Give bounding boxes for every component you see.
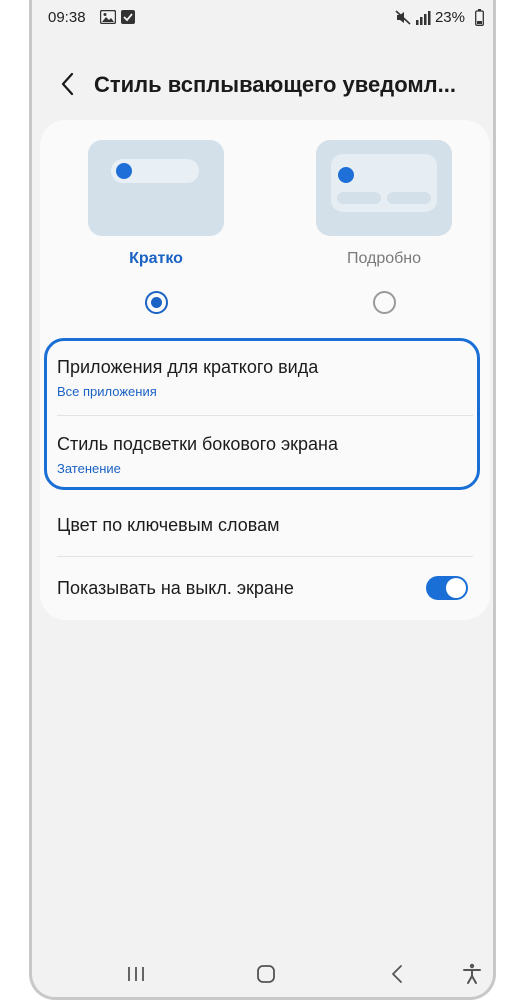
signal-icon (416, 11, 431, 25)
settings-card: Кратко Подробно Приложения для краткого … (40, 120, 490, 620)
home-icon (257, 965, 275, 983)
home-button[interactable] (254, 962, 278, 986)
brief-apps-setting[interactable]: Приложения для краткого вида Все приложе… (40, 342, 490, 414)
setting-value: Все приложения (57, 384, 157, 399)
preview-bar (387, 192, 431, 204)
setting-title: Показывать на выкл. экране (57, 578, 294, 598)
brief-preview-image[interactable] (88, 140, 224, 236)
toggle-knob (446, 578, 466, 598)
preview-bar (337, 192, 381, 204)
preview-dot (116, 163, 132, 179)
recents-icon (128, 967, 144, 981)
preview-dot (338, 167, 354, 183)
chevron-left-icon (61, 72, 74, 96)
accessibility-icon (463, 963, 481, 984)
accessibility-button[interactable] (460, 962, 484, 986)
battery-icon (475, 9, 484, 26)
setting-value: Затенение (57, 461, 121, 476)
style-option-label-brief[interactable]: Кратко (88, 250, 224, 268)
back-nav-icon (392, 965, 402, 983)
recents-button[interactable] (124, 962, 148, 986)
show-on-aod-setting[interactable]: Показывать на выкл. экране (40, 557, 490, 619)
setting-title: Приложения для краткого вида (57, 357, 319, 377)
status-time: 09:38 (48, 9, 86, 26)
keyword-color-setting[interactable]: Цвет по ключевым словам (40, 498, 490, 556)
style-option-brief[interactable]: Кратко (88, 140, 224, 314)
style-option-label-detailed[interactable]: Подробно (316, 250, 452, 268)
edge-lighting-style-setting[interactable]: Стиль подсветки бокового экрана Затенени… (40, 416, 490, 488)
back-nav-button[interactable] (386, 962, 410, 986)
checkbox-notification-icon (121, 10, 135, 24)
show-on-aod-toggle[interactable] (426, 576, 468, 600)
detailed-preview-image[interactable] (316, 140, 452, 236)
setting-title: Цвет по ключевым словам (57, 515, 280, 535)
gallery-icon (100, 10, 116, 24)
setting-title: Стиль подсветки бокового экрана (57, 434, 338, 454)
status-bar: 09:38 23% (32, 0, 493, 36)
page-title: Стиль всплывающего уведомл... (94, 72, 456, 97)
phone-screen: 09:38 23% Стиль всплывающего уведомл... … (29, 0, 496, 1000)
back-button[interactable] (54, 68, 84, 102)
mute-icon (395, 10, 411, 25)
radio-detailed[interactable] (372, 291, 396, 314)
style-option-detailed[interactable]: Подробно (316, 140, 452, 314)
radio-brief[interactable] (144, 291, 168, 314)
battery-percent: 23% (434, 9, 465, 26)
